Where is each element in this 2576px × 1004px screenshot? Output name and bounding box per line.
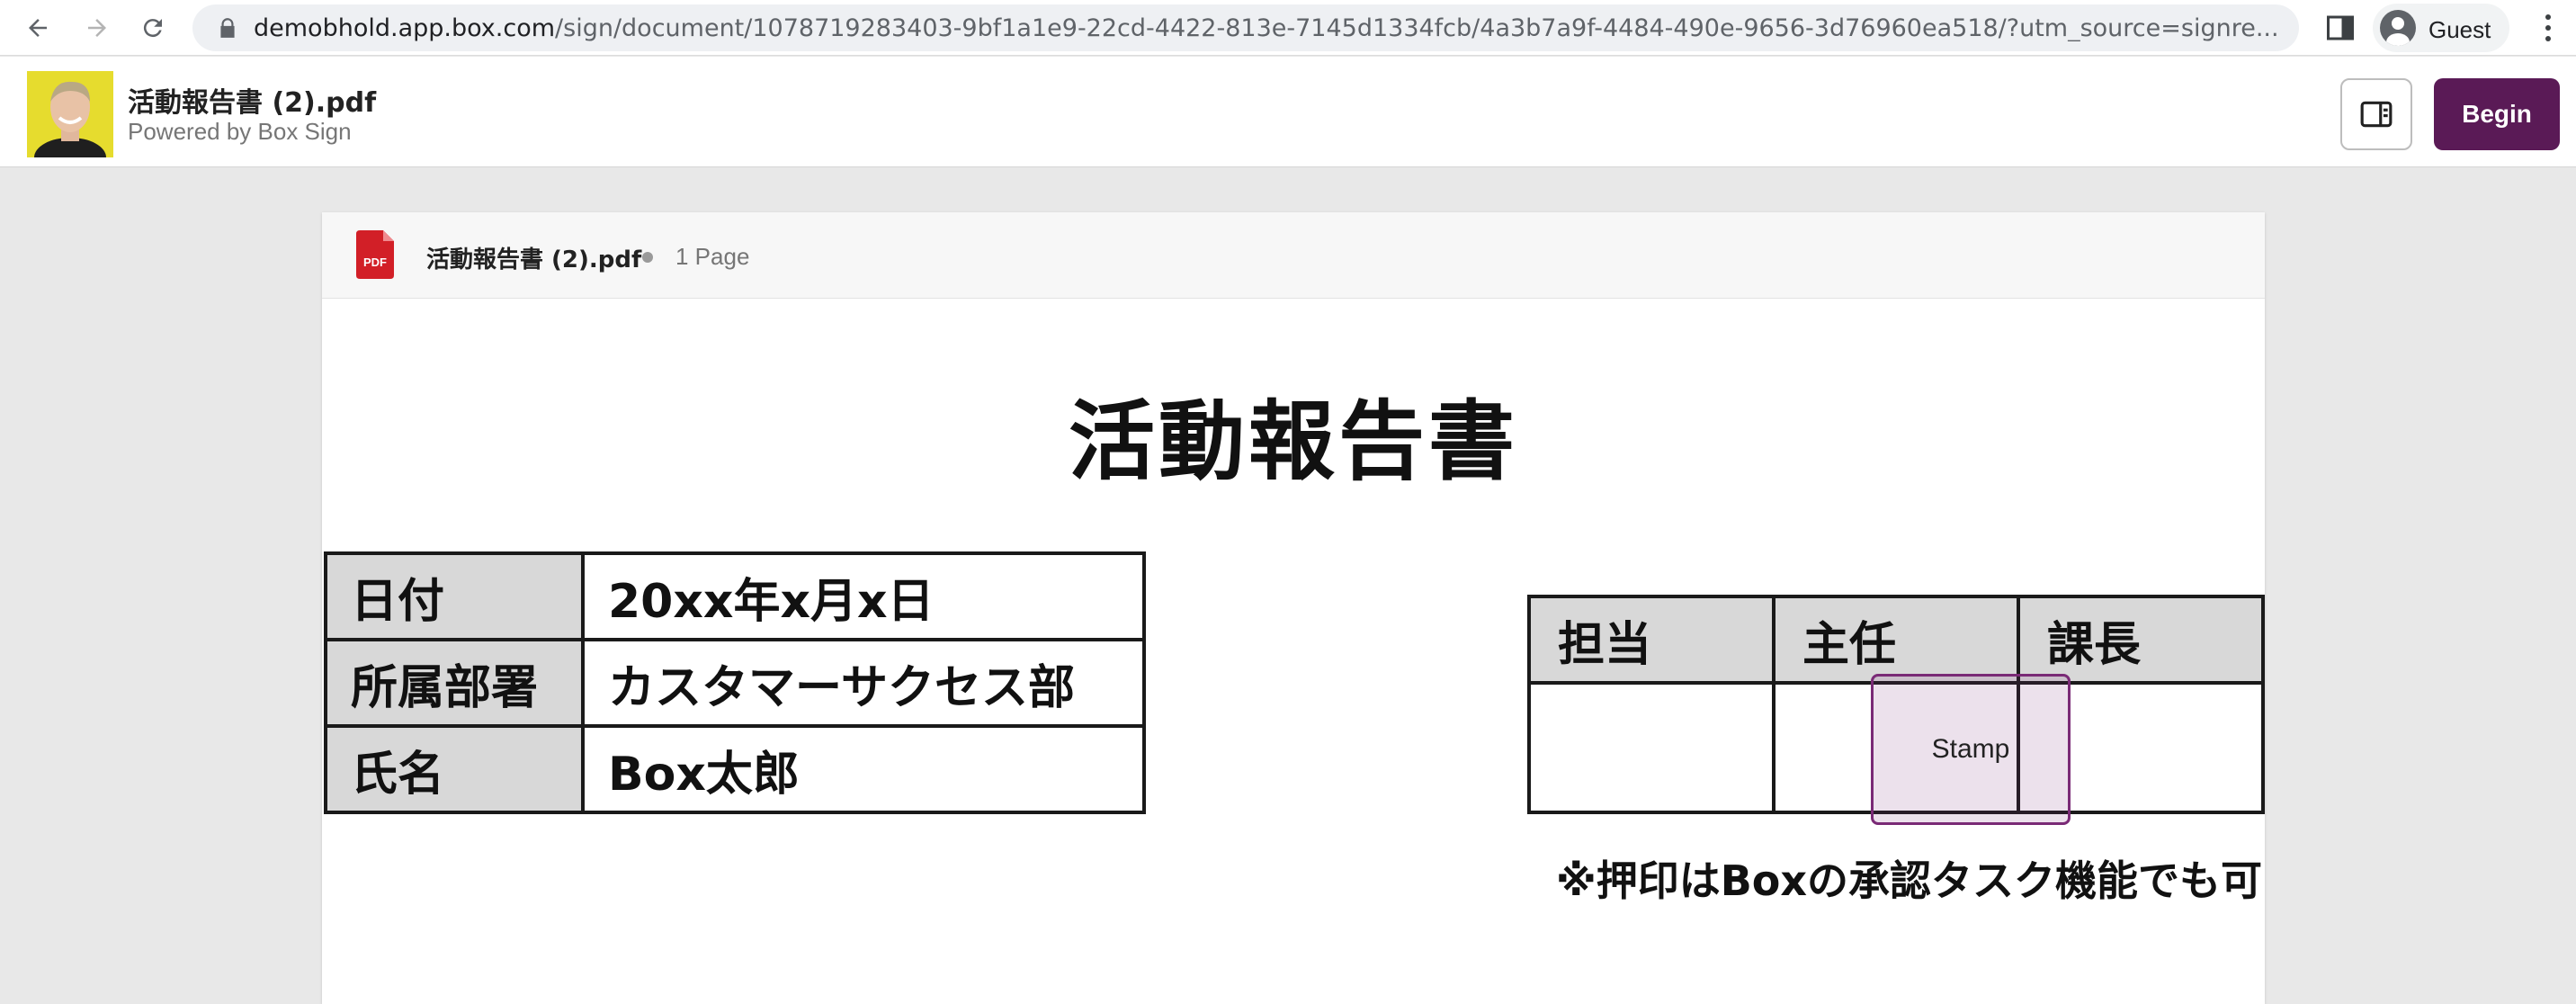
reload-icon — [143, 19, 162, 38]
table-row: 氏名 Box太郎 — [324, 724, 1146, 814]
powered-by-text: Powered by Box Sign — [128, 118, 352, 145]
address-bar[interactable]: demobhold.app.box.com/sign/document/1078… — [192, 4, 2299, 51]
info-label: 所属部署 — [324, 638, 585, 728]
profile-icon — [2380, 10, 2416, 46]
forward-icon — [88, 19, 106, 37]
url-text: demobhold.app.box.com/sign/document/1078… — [254, 16, 2277, 41]
url-path: /sign/document/1078719283403-9bf1a1e9-22… — [555, 16, 2277, 41]
sidebar-panel-icon — [2360, 101, 2393, 128]
back-icon — [29, 19, 47, 37]
toggle-sidebar-button[interactable] — [2340, 78, 2412, 150]
forward-button[interactable] — [79, 10, 115, 46]
approval-cell — [1527, 681, 1775, 814]
begin-button[interactable]: Begin — [2434, 78, 2560, 150]
info-label: 氏名 — [324, 724, 585, 814]
approval-header: 担当 — [1527, 595, 1775, 685]
profile-button[interactable]: Guest — [2373, 4, 2509, 52]
document-header: PDF 活動報告書 (2).pdf 1 Page — [322, 212, 2265, 299]
stamp-field[interactable]: Stamp — [1871, 674, 2071, 825]
approval-header-row: 担当 主任 課長 — [1527, 595, 2265, 685]
browser-toolbar: demobhold.app.box.com/sign/document/1078… — [0, 0, 2576, 56]
pdf-icon-label: PDF — [363, 255, 387, 269]
side-panel-icon[interactable] — [2324, 12, 2357, 44]
document-viewer: PDF 活動報告書 (2).pdf 1 Page 活動報告書 日付 20xx年x… — [322, 212, 2265, 1004]
approval-header: 課長 — [2017, 595, 2265, 685]
approval-header: 主任 — [1772, 595, 2020, 685]
document-title: 活動報告書 (2).pdf — [128, 87, 377, 119]
separator-dot — [642, 252, 653, 263]
profile-label: Guest — [2428, 16, 2491, 43]
stamp-note: ※押印はBoxの承認タスク機能でも可 — [1556, 856, 2263, 905]
sender-avatar — [27, 71, 113, 157]
app-header: 活動報告書 (2).pdf Powered by Box Sign Begin — [0, 57, 2576, 167]
file-name: 活動報告書 (2).pdf — [426, 247, 642, 273]
page-count: 1 Page — [675, 243, 750, 270]
more-icon[interactable] — [2535, 12, 2562, 44]
table-row: 日付 20xx年x月x日 — [324, 551, 1146, 641]
info-value: カスタマーサクセス部 — [581, 638, 1146, 728]
report-title: 活動報告書 — [1069, 391, 1518, 492]
pdf-file-icon: PDF — [356, 230, 394, 279]
info-table: 日付 20xx年x月x日 所属部署 カスタマーサクセス部 氏名 Box太郎 — [324, 551, 1146, 814]
url-host: demobhold.app.box.com — [254, 16, 556, 41]
lock-icon — [220, 18, 235, 38]
stamp-field-label: Stamp — [1931, 734, 2010, 764]
table-row: 所属部署 カスタマーサクセス部 — [324, 638, 1146, 728]
info-value: Box太郎 — [581, 724, 1146, 814]
pdf-page: 活動報告書 日付 20xx年x月x日 所属部署 カスタマーサクセス部 氏名 Bo… — [322, 300, 2265, 1004]
info-label: 日付 — [324, 551, 585, 641]
info-value: 20xx年x月x日 — [581, 551, 1146, 641]
reload-button[interactable] — [135, 10, 171, 46]
back-button[interactable] — [20, 10, 56, 46]
